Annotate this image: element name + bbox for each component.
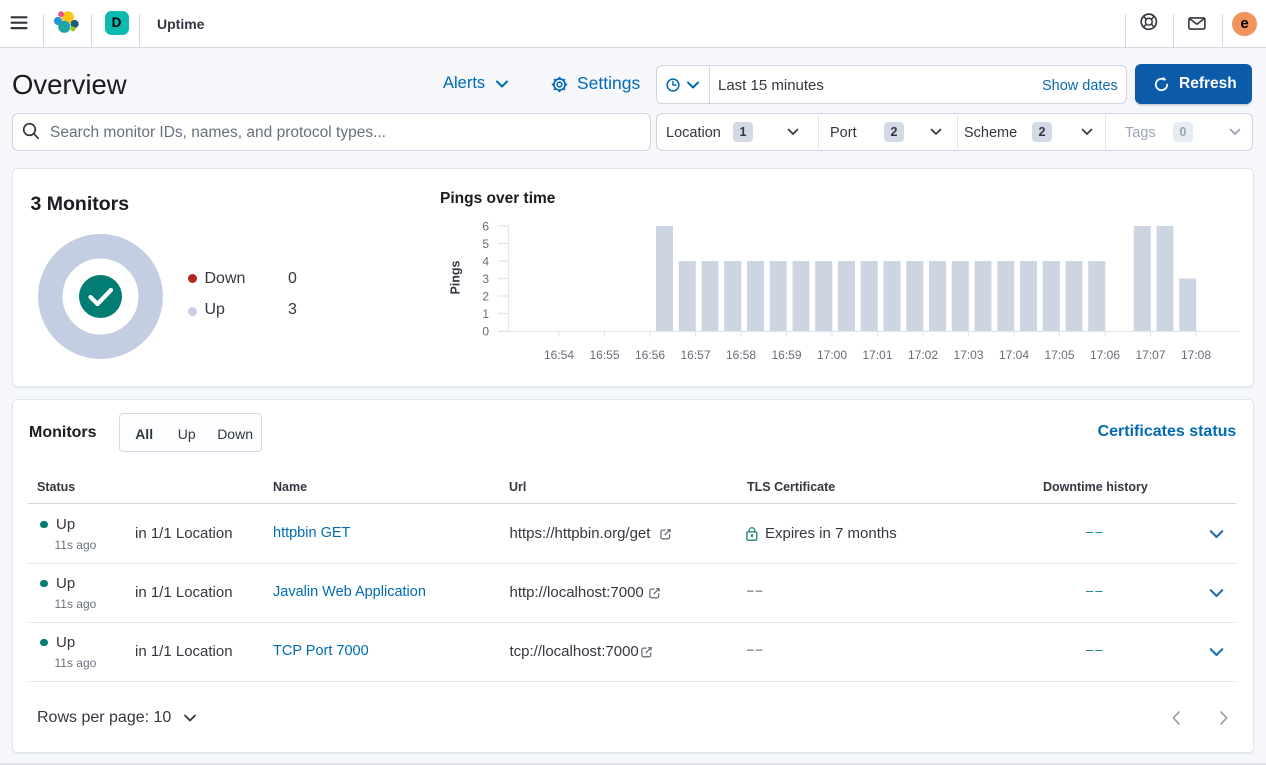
svg-text:4: 4 <box>482 254 489 268</box>
svg-text:0: 0 <box>482 324 489 338</box>
svg-text:16:55: 16:55 <box>589 348 619 362</box>
svg-text:17:08: 17:08 <box>1181 348 1211 362</box>
svg-text:5: 5 <box>482 237 489 251</box>
svg-text:17:06: 17:06 <box>1090 348 1120 362</box>
svg-text:17:05: 17:05 <box>1044 348 1074 362</box>
svg-text:Pings: Pings <box>449 260 463 294</box>
svg-text:2: 2 <box>482 289 489 303</box>
svg-text:17:03: 17:03 <box>953 348 983 362</box>
svg-text:17:07: 17:07 <box>1135 348 1165 362</box>
svg-text:17:02: 17:02 <box>908 348 938 362</box>
svg-text:16:59: 16:59 <box>771 348 801 362</box>
svg-text:16:56: 16:56 <box>635 348 665 362</box>
svg-text:1: 1 <box>482 307 489 321</box>
svg-text:17:04: 17:04 <box>999 348 1029 362</box>
svg-text:16:58: 16:58 <box>726 348 756 362</box>
svg-text:3: 3 <box>482 272 489 286</box>
svg-text:17:00: 17:00 <box>817 348 847 362</box>
svg-text:16:54: 16:54 <box>544 348 574 362</box>
svg-text:17:01: 17:01 <box>862 348 892 362</box>
svg-text:6: 6 <box>482 219 489 233</box>
svg-text:16:57: 16:57 <box>680 348 710 362</box>
